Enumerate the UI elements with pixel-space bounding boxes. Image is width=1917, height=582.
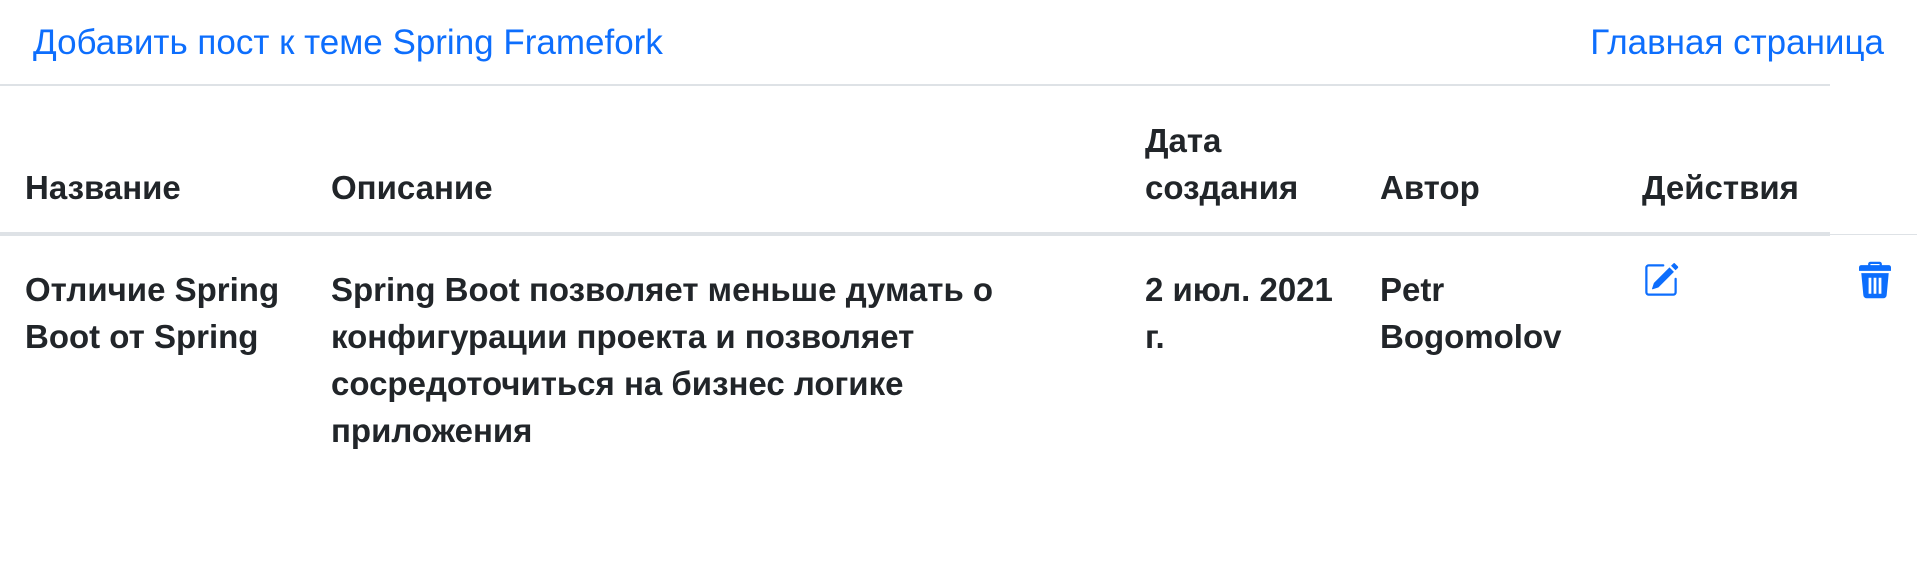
home-page-link[interactable]: Главная страница (1590, 20, 1884, 66)
header-divider (0, 232, 1830, 236)
edit-icon (1645, 263, 1679, 296)
trash-icon (1859, 261, 1891, 299)
top-divider (0, 84, 1830, 86)
top-navigation: Добавить пост к теме Spring Framefork Гл… (0, 0, 1917, 86)
add-post-link[interactable]: Добавить пост к теме Spring Framefork (33, 20, 663, 66)
edit-post-button[interactable] (1643, 262, 1679, 298)
column-header-title: Название (25, 169, 181, 206)
post-title-cell: Отличие Spring Boot от Spring (25, 271, 280, 355)
post-description-cell: Spring Boot позволяет меньше думать о ко… (331, 271, 994, 449)
column-header-actions: Действия (1642, 169, 1799, 206)
column-header-date: Дата создания (1145, 122, 1299, 206)
post-date-cell: 2 июл. 2021 г. (1145, 271, 1333, 355)
column-header-author: Автор (1380, 169, 1480, 206)
header-divider-extension (1830, 234, 1917, 235)
post-author-cell: Petr Bogomolov (1380, 271, 1562, 355)
delete-post-button[interactable] (1859, 261, 1891, 299)
column-header-description: Описание (331, 169, 493, 206)
